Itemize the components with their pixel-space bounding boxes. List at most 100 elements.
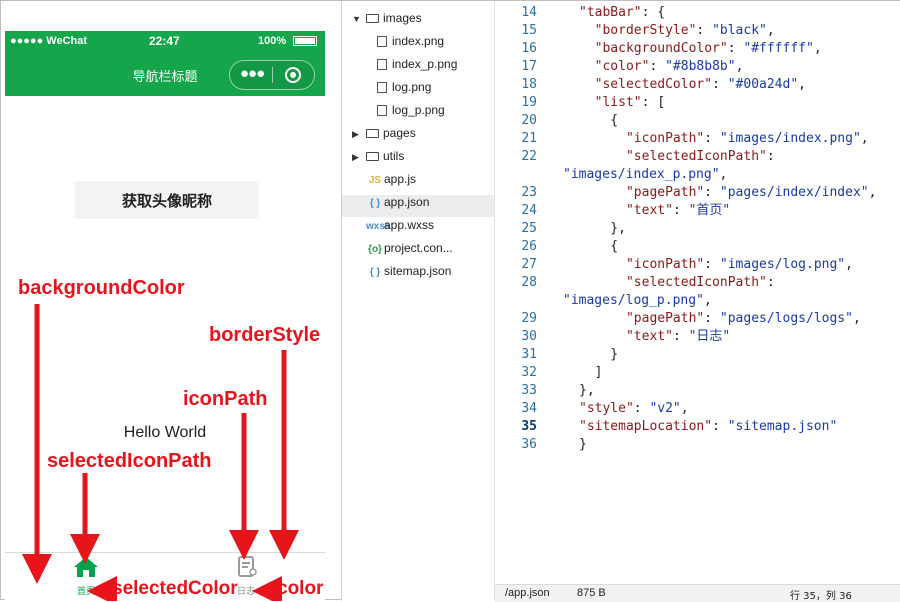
code-text: "list": [ (594, 95, 666, 110)
code-text: "images/index_p.png", (563, 167, 728, 182)
close-target-icon[interactable] (285, 67, 301, 83)
tree-label: sitemap.json (384, 264, 452, 278)
code-text: "selectedColor": "#00a24d", (594, 77, 806, 92)
tree-label: log.png (392, 80, 432, 94)
code-text: { (579, 113, 619, 128)
get-avatar-nickname-button[interactable]: 获取头像昵称 (75, 181, 259, 219)
code-line[interactable]: 15 "borderStyle": "black", (495, 22, 900, 40)
tree-label: pages (383, 126, 416, 140)
code-text: "borderStyle": "black", (594, 23, 775, 38)
code-line[interactable]: 29 "pagePath": "pages/logs/logs", (495, 310, 900, 328)
editor-status-bar: /app.json 875 B 行 35，列 36 (495, 584, 900, 602)
tree-label: index.png (392, 34, 445, 48)
code-text: "iconPath": "images/log.png", (625, 257, 853, 272)
tree-file-sitemap-json[interactable]: { } sitemap.json (366, 264, 452, 286)
folder-icon (366, 129, 379, 139)
status-file-size: 875 B (577, 587, 606, 599)
code-line[interactable]: 36} (495, 436, 900, 454)
annotation-selectedColor: selectedColor (112, 578, 238, 599)
code-line[interactable]: 20 { (495, 112, 900, 130)
code-line[interactable]: 33}, (495, 382, 900, 400)
folder-icon (366, 14, 379, 24)
image-file-icon (377, 36, 387, 48)
wxss-file-icon: wxss (366, 221, 391, 232)
code-line[interactable]: 30 "text": "日志" (495, 328, 900, 346)
tree-label: app.json (384, 195, 430, 209)
image-file-icon (377, 105, 387, 117)
code-text: "sitemapLocation": "sitemap.json" (579, 419, 838, 434)
code-line[interactable]: 14 "tabBar": { (495, 4, 900, 22)
code-text: { (579, 239, 619, 254)
code-line[interactable]: 31 } (495, 346, 900, 364)
log-icon (238, 556, 257, 577)
battery-label: 100% (258, 35, 287, 47)
code-line[interactable]: 16 "backgroundColor": "#ffffff", (495, 40, 900, 58)
code-line[interactable]: 35 "sitemapLocation": "sitemap.json" (495, 418, 900, 436)
code-line[interactable]: "images/log_p.png", (495, 292, 900, 310)
code-text: "style": "v2", (579, 401, 689, 416)
code-line[interactable]: 32 ] (495, 364, 900, 382)
tree-file-app-js[interactable]: JS app.js (366, 172, 416, 194)
annotation-borderStyle: borderStyle (209, 324, 321, 346)
capsule-divider (272, 67, 273, 83)
annotation-backgroundColor: backgroundColor (18, 277, 185, 299)
line-number: 17 (521, 59, 537, 74)
tree-label: app.js (384, 172, 417, 186)
tree-file-index-p-png[interactable]: index_p.png (372, 57, 457, 79)
caret-down-icon[interactable]: ▼ (352, 14, 362, 24)
tree-label: app.wxss (384, 218, 435, 232)
code-line[interactable]: 19 "list": [ (495, 94, 900, 112)
code-text: "pagePath": "pages/index/index", (625, 185, 877, 200)
status-file-path: /app.json (505, 587, 550, 599)
code-text: }, (579, 221, 626, 236)
caret-right-icon[interactable]: ▶ (352, 152, 362, 163)
code-line[interactable]: 21 "iconPath": "images/index.png", (495, 130, 900, 148)
code-text: } (579, 347, 619, 362)
tree-file-project-config[interactable]: {o} project.con... (366, 241, 453, 263)
code-line[interactable]: 24 "text": "首页" (495, 202, 900, 220)
code-text: "tabBar": { (579, 5, 666, 20)
code-text: } (579, 437, 587, 452)
tree-label: utils (383, 149, 405, 163)
line-number: 32 (521, 365, 537, 380)
code-line[interactable]: "images/index_p.png", (495, 166, 900, 184)
code-line[interactable]: 26 { (495, 238, 900, 256)
tree-file-log-png[interactable]: log.png (372, 80, 431, 102)
code-text: "selectedIconPath": (625, 275, 775, 290)
annotation-iconPath: iconPath (183, 388, 268, 410)
line-number: 16 (521, 41, 537, 56)
code-line[interactable]: 34 "style": "v2", (495, 400, 900, 418)
caret-right-icon[interactable]: ▶ (352, 129, 362, 140)
code-line[interactable]: 22 "selectedIconPath": (495, 148, 900, 166)
code-text: "text": "日志" (625, 329, 731, 344)
simulator-phone: ●●●●● WeChat 22:47 100% 导航栏标题 ●●● 获取头像昵称… (5, 31, 325, 602)
code-line[interactable]: 25 }, (495, 220, 900, 238)
tree-file-log-p-png[interactable]: log_p.png (372, 103, 445, 125)
code-text: "backgroundColor": "#ffffff", (594, 41, 822, 56)
annotation-color: color (277, 578, 324, 599)
code-line[interactable]: 17 "color": "#8b8b8b", (495, 58, 900, 76)
line-number: 23 (521, 185, 537, 200)
tree-folder-utils[interactable]: ▶ utils (352, 149, 404, 171)
more-dots-icon[interactable]: ●●● (240, 65, 265, 82)
code-editor[interactable]: 14 "tabBar": {15 "borderStyle": "black", 1… (495, 1, 900, 584)
file-tree: ▼ images index.png index_p.png log.png lo… (342, 1, 494, 601)
tree-folder-pages[interactable]: ▶ pages (352, 126, 416, 148)
code-text: "images/log_p.png", (563, 293, 712, 308)
code-text: "pagePath": "pages/logs/logs", (625, 311, 861, 326)
line-number: 35 (521, 419, 537, 434)
config-file-icon: {o} (368, 244, 382, 255)
line-number: 18 (521, 77, 537, 92)
tree-file-app-json[interactable]: { } app.json (342, 195, 494, 217)
code-line[interactable]: 28 "selectedIconPath": (495, 274, 900, 292)
menu-capsule[interactable]: ●●● (229, 60, 315, 90)
tree-label: images (383, 11, 422, 25)
tree-file-app-wxss[interactable]: wxssapp.wxss (366, 218, 434, 240)
tab-home[interactable]: 首页 (61, 555, 111, 597)
code-line[interactable]: 27 "iconPath": "images/log.png", (495, 256, 900, 274)
tree-folder-images[interactable]: ▼ images (352, 11, 422, 33)
code-line[interactable]: 23 "pagePath": "pages/index/index", (495, 184, 900, 202)
code-line[interactable]: 18 "selectedColor": "#00a24d", (495, 76, 900, 94)
tree-file-index-png[interactable]: index.png (372, 34, 444, 56)
json-file-icon: { } (369, 267, 381, 278)
